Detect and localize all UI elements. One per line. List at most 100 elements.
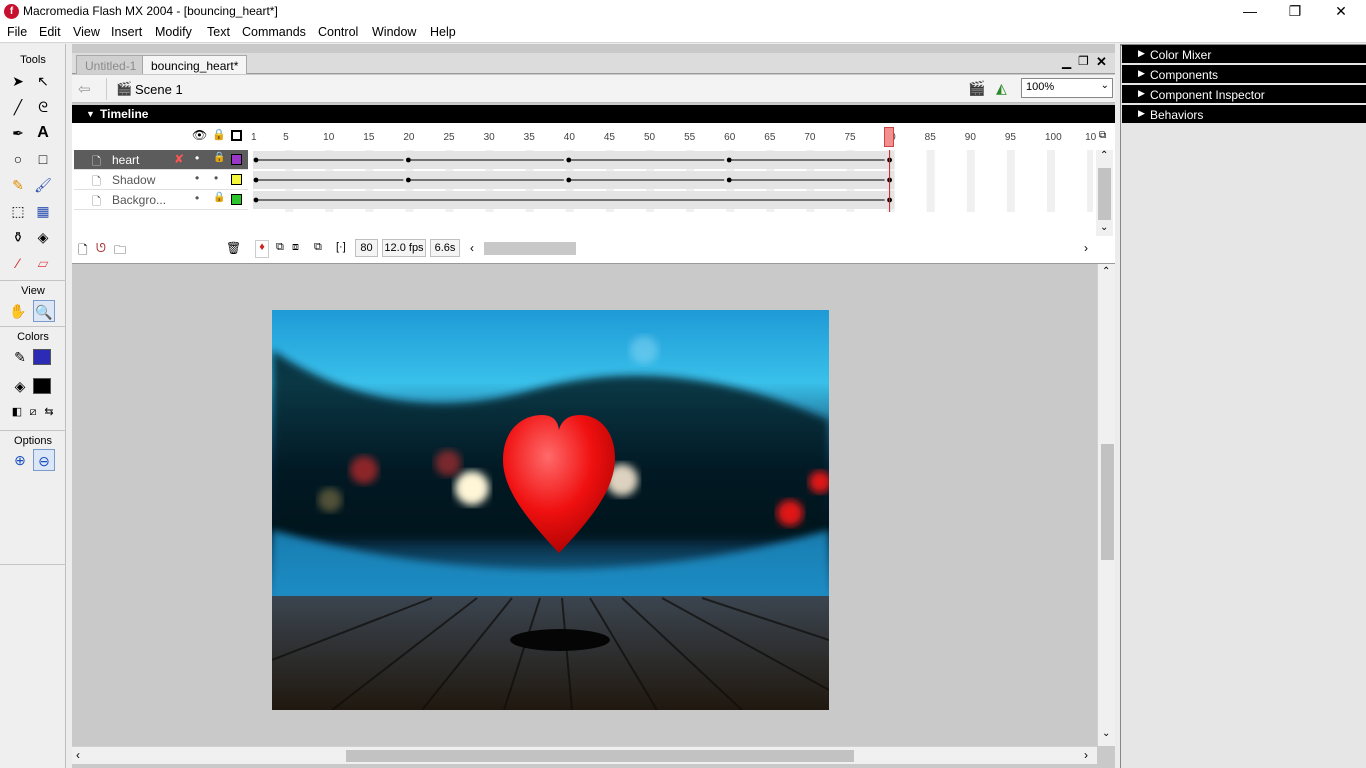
insert-folder-icon[interactable]: 🗀 — [114, 241, 126, 262]
close-button[interactable]: ✕ — [1318, 0, 1364, 23]
layer-color-swatch[interactable] — [231, 154, 242, 165]
menu-text[interactable]: Text — [207, 25, 230, 39]
timeline-options-icon[interactable]: ⧉ — [1099, 130, 1106, 141]
menu-insert[interactable]: Insert — [111, 25, 142, 39]
stage-hscroll[interactable]: ‹ › — [72, 746, 1097, 764]
scroll-right-icon[interactable]: › — [1084, 748, 1088, 762]
visibility-dot[interactable]: • — [195, 171, 199, 185]
panel-components[interactable]: ▶ Components — [1122, 65, 1366, 83]
tab-untitled-1[interactable]: Untitled-1 — [76, 55, 146, 74]
layer-color-swatch[interactable] — [231, 174, 242, 185]
onion-skin-icon[interactable]: ⧉ — [276, 241, 284, 254]
fill-color-swatch[interactable] — [33, 378, 51, 394]
doc-minimize-icon[interactable]: ▁ — [1062, 55, 1071, 69]
scroll-left-icon[interactable]: ‹ — [470, 241, 474, 255]
scroll-thumb[interactable] — [1098, 168, 1111, 220]
edit-symbol-icon[interactable]: ◭ — [996, 80, 1007, 97]
scroll-thumb[interactable] — [1101, 444, 1114, 560]
onion-outline-icon[interactable]: ⧈ — [292, 241, 299, 254]
menu-control[interactable]: Control — [318, 25, 358, 39]
zoom-in-icon[interactable]: ⊕ — [9, 449, 31, 471]
layer-background[interactable]: 🗋 Backgro... • 🔒 — [74, 190, 248, 210]
minimize-button[interactable]: — — [1227, 0, 1273, 23]
swap-colors-icon[interactable]: ⇆ — [38, 401, 60, 423]
timeline-vscroll[interactable]: ⌃ ⌄ — [1096, 150, 1113, 236]
keyframe — [726, 177, 732, 183]
panel-component-inspector[interactable]: ▶ Component Inspector — [1122, 85, 1366, 103]
scroll-up-icon[interactable]: ⌃ — [1100, 150, 1108, 161]
zoom-tool-icon[interactable]: 🔍 — [33, 300, 55, 322]
eye-icon[interactable]: 👁 — [192, 128, 207, 142]
zoom-select[interactable]: 100% ⌄ — [1021, 78, 1113, 98]
scene-name: Scene 1 — [135, 82, 183, 97]
frame-ruler[interactable]: 1510152025303540455055606570758085909510… — [251, 126, 1096, 146]
playhead[interactable] — [884, 127, 894, 147]
ruler-label: 70 — [804, 132, 816, 143]
expand-triangle-icon: ▶ — [1138, 68, 1145, 78]
timeline-hscroll-thumb[interactable] — [484, 242, 576, 255]
subselect-tool-icon[interactable]: ↖ — [32, 70, 54, 92]
layer-color-swatch[interactable] — [231, 194, 242, 205]
stage-canvas[interactable] — [272, 310, 829, 710]
modify-onion-markers-icon[interactable]: [·] — [336, 241, 346, 253]
layer-page-icon: 🗋 — [92, 196, 101, 208]
menu-help[interactable]: Help — [430, 25, 456, 39]
text-tool-icon[interactable]: A — [32, 122, 54, 144]
add-layer-icon[interactable]: 🗋 — [78, 241, 88, 262]
center-frame-icon[interactable]: ♦ — [255, 240, 269, 258]
panel-color-mixer[interactable]: ▶ Color Mixer — [1122, 45, 1366, 63]
eraser-tool-icon[interactable]: ▱ — [32, 252, 54, 274]
lasso-tool-icon[interactable]: ᘓ — [32, 96, 54, 118]
oval-tool-icon[interactable]: ○ — [7, 148, 29, 170]
panel-behaviors[interactable]: ▶ Behaviors — [1122, 105, 1366, 123]
maximize-button[interactable]: ❐ — [1272, 0, 1318, 23]
edit-multiple-frames-icon[interactable]: ⧉ — [314, 241, 322, 254]
menu-file[interactable]: File — [7, 25, 27, 39]
doc-close-icon[interactable]: ✕ — [1096, 54, 1107, 70]
hand-tool-icon[interactable]: ✋ — [7, 300, 29, 322]
rectangle-tool-icon[interactable]: □ — [32, 148, 54, 170]
brush-tool-icon[interactable]: 🖌 — [32, 174, 54, 196]
pen-tool-icon[interactable]: ✒ — [7, 122, 29, 144]
lock-dot[interactable]: • — [214, 171, 218, 185]
arrow-tool-icon[interactable]: ➤ — [7, 70, 29, 92]
line-tool-icon[interactable]: ╱ — [7, 96, 29, 118]
scroll-down-icon[interactable]: ⌄ — [1100, 222, 1108, 233]
visibility-dot[interactable]: • — [195, 191, 199, 205]
zoom-out-icon[interactable]: ⊖ — [33, 449, 55, 471]
scroll-thumb[interactable] — [346, 750, 854, 762]
scroll-left-icon[interactable]: ‹ — [76, 748, 80, 762]
layer-lock-icon[interactable]: 🔒 — [213, 152, 225, 163]
menu-window[interactable]: Window — [372, 25, 416, 39]
paint-bucket-tool-icon[interactable]: ◈ — [32, 226, 54, 248]
fill-transform-tool-icon[interactable]: ▦ — [32, 200, 54, 222]
scroll-right-icon[interactable]: › — [1084, 241, 1088, 255]
back-arrow-icon[interactable]: ⇦ — [78, 80, 91, 98]
ink-bottle-tool-icon[interactable]: ⚱ — [7, 226, 29, 248]
menu-modify[interactable]: Modify — [155, 25, 192, 39]
edit-scene-icon[interactable]: 🎬 — [968, 80, 985, 97]
scroll-down-icon[interactable]: ⌄ — [1102, 728, 1110, 739]
add-motion-guide-icon[interactable]: ᘎ — [96, 241, 106, 256]
outline-icon[interactable] — [231, 130, 242, 141]
layer-lock-icon[interactable]: 🔒 — [213, 192, 225, 203]
menu-commands[interactable]: Commands — [242, 25, 306, 39]
layer-name: heart — [112, 153, 140, 167]
scroll-up-icon[interactable]: ⌃ — [1102, 266, 1110, 277]
menu-edit[interactable]: Edit — [39, 25, 61, 39]
layer-heart[interactable]: 🗋 heart ✘ • 🔒 — [74, 150, 248, 170]
menu-view[interactable]: View — [73, 25, 100, 39]
tab-bouncing-heart[interactable]: bouncing_heart* — [142, 55, 248, 74]
visibility-dot[interactable]: • — [195, 151, 199, 165]
stroke-color-swatch[interactable] — [33, 349, 51, 365]
frame-grid[interactable] — [253, 150, 1093, 212]
stage-vscroll[interactable]: ⌃ ⌄ — [1097, 264, 1115, 746]
eyedropper-tool-icon[interactable]: ⁄ — [7, 252, 29, 274]
doc-restore-icon[interactable]: ❐ — [1078, 54, 1089, 68]
timeline-header[interactable]: ▼ Timeline — [72, 105, 1115, 123]
lock-icon[interactable]: 🔒 — [212, 128, 226, 141]
free-transform-tool-icon[interactable]: ⬚ — [7, 200, 29, 222]
delete-layer-icon[interactable]: 🗑 — [226, 241, 241, 255]
pencil-tool-icon[interactable]: ✎ — [7, 174, 29, 196]
layer-shadow[interactable]: 🗋 Shadow • • — [74, 170, 248, 190]
